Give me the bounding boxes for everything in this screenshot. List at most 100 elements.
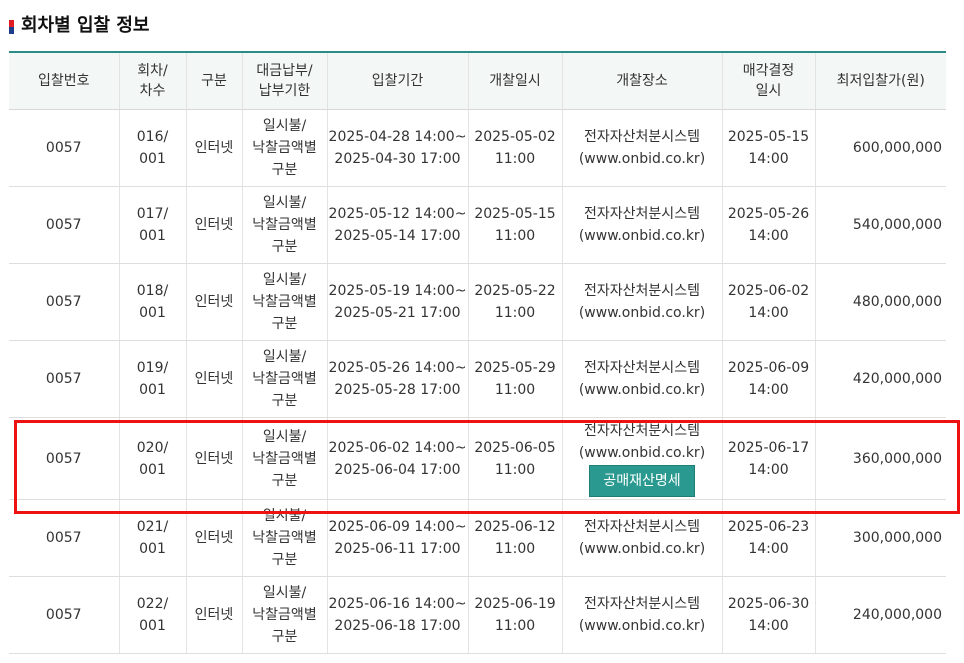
- text-line: 전자자산처분시스템: [584, 519, 700, 535]
- table-header: 입찰번호 회차/차수 구분 대금납부/납부기한 입찰기간 개찰일시 개찰장소 매각결정 일시 최저…: [9, 51, 946, 110]
- text-line: 2025-06-30: [727, 596, 810, 612]
- payment-cell: 일시불/낙찰금액별 구분: [241, 417, 327, 500]
- text-line: 일시불/: [262, 508, 307, 524]
- text-line: 2025-06-18 17:00: [334, 618, 461, 634]
- decision-date-cell: 2025-06-17 14:00: [721, 417, 815, 500]
- min-price-cell: 480,000,000: [814, 263, 946, 341]
- payment-cell: 일시불/낙찰금액별 구분: [241, 186, 327, 264]
- text-line: 11:00: [494, 305, 536, 321]
- type-cell: 인터넷: [185, 263, 242, 341]
- text-line: 14:00: [748, 151, 789, 167]
- text-line: 개찰장소: [616, 73, 668, 89]
- text-line: 11:00: [494, 228, 536, 244]
- opening-date-cell: 2025-06-19 11:00: [467, 576, 562, 654]
- payment-cell: 일시불/낙찰금액별 구분: [241, 576, 327, 654]
- text-line: 납부기한: [258, 83, 311, 99]
- text-line: 2025-04-30 17:00: [334, 151, 461, 167]
- text-line: (www.onbid.co.kr): [578, 151, 706, 167]
- text-line: (www.onbid.co.kr): [578, 618, 706, 634]
- text-line: 2025-05-22: [474, 283, 556, 299]
- text-line: 대금납부/: [256, 63, 313, 79]
- text-line: 구분: [271, 472, 298, 489]
- type-cell: 인터넷: [185, 340, 242, 418]
- opening-place-cell: 전자자산처분시스템 (www.onbid.co.kr) 공매재산명세: [561, 417, 722, 500]
- decision-date-cell: 2025-05-26 14:00: [721, 186, 815, 264]
- bid-period-cell: 2025-05-26 14:00~ 2025-05-28 17:00: [326, 340, 468, 418]
- text-line: 2025-06-04 17:00: [334, 461, 461, 478]
- bid-number-cell: 0057: [9, 186, 119, 264]
- opening-date-cell: 2025-05-15 11:00: [467, 186, 562, 264]
- text-line: 2025-05-12 14:00~: [328, 206, 467, 222]
- table-body: 0057 016/001 인터넷 일시불/낙찰금액별 구분 2025-04-28 14:0…: [9, 109, 946, 654]
- type-cell: 인터넷: [185, 417, 242, 500]
- text-line: 2025-06-09: [727, 360, 810, 376]
- decision-date-cell: 2025-06-09 14:00: [721, 340, 815, 418]
- text-line: 019/: [136, 360, 169, 376]
- text-line: 022/: [136, 596, 169, 612]
- text-line: 2025-05-14 17:00: [334, 228, 461, 244]
- min-price-cell: 420,000,000: [814, 340, 946, 418]
- text-line: 14:00: [748, 618, 789, 634]
- text-line: 최저입찰가(원): [836, 73, 925, 89]
- text-line: 2025-05-19 14:00~: [328, 283, 467, 299]
- col-round-header: 회차/차수: [118, 51, 186, 110]
- text-line: 구분: [271, 316, 298, 332]
- col-min-price-header: 최저입찰가(원): [814, 51, 946, 110]
- text-line: (www.onbid.co.kr): [578, 305, 706, 321]
- text-line: 낙찰금액별: [252, 140, 317, 156]
- text-line: 구분: [271, 552, 298, 568]
- text-line: 001: [139, 228, 166, 244]
- type-cell: 인터넷: [185, 576, 242, 654]
- text-line: 낙찰금액별: [252, 294, 317, 310]
- text-line: 001: [139, 305, 166, 321]
- bid-number-cell: 0057: [9, 576, 119, 654]
- property-details-button[interactable]: 공매재산명세: [589, 465, 695, 497]
- text-line: 2025-05-15: [727, 129, 810, 145]
- col-bid-period-header: 입찰기간: [326, 51, 468, 110]
- round-cell: 016/001: [118, 109, 186, 187]
- text-line: 018/: [136, 283, 169, 299]
- text-line: 일시: [755, 83, 782, 99]
- text-line: 14:00: [748, 305, 789, 321]
- text-line: (www.onbid.co.kr): [578, 541, 706, 557]
- opening-place-cell: 전자자산처분시스템 (www.onbid.co.kr): [561, 186, 722, 264]
- opening-place-cell: 전자자산처분시스템 (www.onbid.co.kr): [561, 576, 722, 654]
- table-row: 0057 021/001 인터넷 일시불/낙찰금액별 구분 2025-06-09 14:0…: [9, 499, 946, 577]
- round-cell: 019/001: [118, 340, 186, 418]
- text-line: 2025-05-21 17:00: [334, 305, 461, 321]
- bid-period-cell: 2025-06-09 14:00~ 2025-06-11 17:00: [326, 499, 468, 577]
- text-line: 전자자산처분시스템: [584, 423, 700, 439]
- text-line: 구분: [271, 239, 298, 255]
- min-price-cell: 300,000,000: [814, 499, 946, 577]
- text-line: 2025-05-26: [727, 206, 810, 222]
- text-line: 14:00: [748, 382, 789, 398]
- min-price-cell: 360,000,000: [814, 417, 946, 500]
- text-line: 낙찰금액별: [252, 371, 317, 387]
- text-line: 구분: [271, 393, 298, 409]
- text-line: 전자자산처분시스템: [584, 283, 700, 299]
- text-line: 매각결정: [742, 63, 795, 79]
- text-line: 021/: [136, 519, 169, 535]
- bid-number-cell: 0057: [9, 109, 119, 187]
- round-cell: 021/001: [118, 499, 186, 577]
- bid-period-cell: 2025-04-28 14:00~ 2025-04-30 17:00: [326, 109, 468, 187]
- round-cell: 022/001: [118, 576, 186, 654]
- bid-period-cell: 2025-05-19 14:00~ 2025-05-21 17:00: [326, 263, 468, 341]
- text-line: 2025-05-15: [474, 206, 556, 222]
- text-line: 11:00: [494, 461, 536, 478]
- title-bullet-icon: [9, 20, 14, 34]
- bid-number-cell: 0057: [9, 499, 119, 577]
- table-row: 0057 019/001 인터넷 일시불/낙찰금액별 구분 2025-05-26 14:0…: [9, 340, 946, 418]
- text-line: 회차/: [137, 63, 168, 79]
- text-line: 입찰번호: [37, 73, 90, 89]
- round-cell: 017/001: [118, 186, 186, 264]
- text-line: 전자자산처분시스템: [584, 206, 700, 222]
- text-line: 2025-06-16 14:00~: [328, 596, 467, 612]
- decision-date-cell: 2025-06-02 14:00: [721, 263, 815, 341]
- text-line: 낙찰금액별: [252, 450, 317, 467]
- text-line: 017/: [136, 206, 169, 222]
- opening-date-cell: 2025-05-22 11:00: [467, 263, 562, 341]
- payment-cell: 일시불/낙찰금액별 구분: [241, 340, 327, 418]
- text-line: 14:00: [748, 541, 789, 557]
- opening-place-cell: 전자자산처분시스템 (www.onbid.co.kr): [561, 109, 722, 187]
